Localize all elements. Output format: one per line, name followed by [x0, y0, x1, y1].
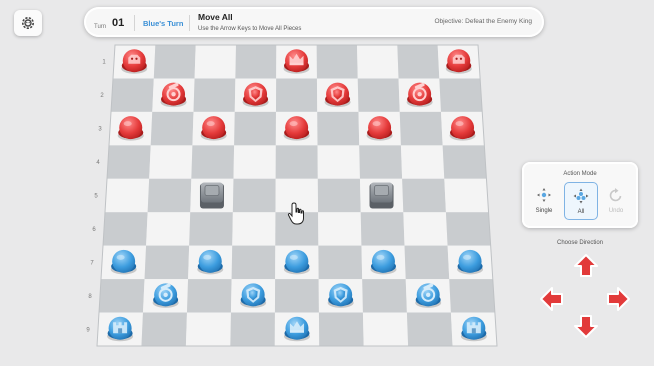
rank-label: 3: [98, 127, 102, 133]
board-square[interactable]: [275, 78, 318, 112]
board-square[interactable]: [150, 111, 194, 146]
board-square[interactable]: [357, 78, 400, 112]
board-square[interactable]: [318, 212, 362, 246]
board-square[interactable]: [230, 312, 275, 346]
board-square[interactable]: [146, 212, 191, 246]
board-square[interactable]: [359, 145, 403, 179]
board-square[interactable]: [105, 178, 150, 213]
rank-label: 4: [96, 160, 100, 166]
single-mode-label: Single: [535, 208, 553, 214]
arrow-right-icon: [607, 287, 630, 311]
board-square[interactable]: [149, 145, 193, 179]
board-square[interactable]: [153, 45, 196, 79]
board-square[interactable]: [444, 178, 489, 213]
board-square[interactable]: [107, 145, 151, 179]
board-square[interactable]: [231, 245, 276, 280]
board-square[interactable]: [111, 78, 154, 112]
board-square[interactable]: [449, 279, 495, 313]
board-square[interactable]: [194, 45, 236, 79]
arrow-down-button[interactable]: [572, 312, 600, 340]
board-square[interactable]: [360, 212, 405, 246]
board-square[interactable]: [191, 145, 235, 179]
arrow-left-icon: [540, 287, 563, 311]
board-square[interactable]: [232, 212, 276, 246]
board-square[interactable]: [189, 212, 233, 246]
rank-label: 2: [100, 93, 104, 99]
board-square[interactable]: [316, 45, 358, 79]
rank-label: 9: [86, 327, 90, 333]
board-square[interactable]: [186, 279, 232, 313]
board-square[interactable]: [235, 45, 277, 79]
undo-button[interactable]: Undo: [600, 182, 632, 218]
board-square[interactable]: [99, 279, 145, 313]
board-square[interactable]: [439, 78, 483, 112]
undo-icon: [609, 188, 622, 202]
board-square[interactable]: [406, 312, 453, 346]
rank-label: 6: [92, 227, 96, 233]
board-square[interactable]: [362, 279, 407, 313]
rank-label: 1: [102, 60, 106, 66]
board-square[interactable]: [404, 245, 450, 280]
board-square[interactable]: [147, 178, 192, 213]
arrow-up-button[interactable]: [572, 252, 600, 280]
board-square[interactable]: [233, 145, 276, 179]
board-square[interactable]: [362, 312, 409, 346]
board-square[interactable]: [317, 178, 361, 213]
arrow-up-icon: [574, 254, 598, 277]
board-square[interactable]: [185, 312, 231, 346]
board-square[interactable]: [275, 178, 319, 213]
action-mode-title: Action Mode: [563, 171, 597, 177]
undo-label: Undo: [608, 208, 624, 214]
all-mode-label: All: [577, 209, 585, 215]
board-square[interactable]: [402, 178, 446, 213]
board-square[interactable]: [397, 45, 440, 79]
board-square[interactable]: [275, 145, 318, 179]
rank-label: 7: [90, 260, 94, 266]
board-square[interactable]: [403, 212, 448, 246]
arrow-right-button[interactable]: [604, 285, 632, 313]
direction-title: Choose Direction: [556, 240, 604, 246]
rank-label: 5: [94, 194, 98, 200]
board-square[interactable]: [193, 78, 236, 112]
board-square[interactable]: [318, 312, 364, 346]
obstacle-block-piece[interactable]: [369, 182, 394, 209]
all-mode-button[interactable]: All: [564, 182, 598, 220]
board-square[interactable]: [442, 145, 487, 179]
board-square[interactable]: [399, 111, 443, 146]
action-mode-panel: Action Mode Single All Undo: [522, 162, 638, 228]
board-square[interactable]: [318, 245, 363, 280]
board-square[interactable]: [357, 45, 399, 79]
board-square[interactable]: [445, 212, 491, 246]
board-square[interactable]: [103, 212, 148, 246]
arrow-down-icon: [574, 315, 598, 338]
rank-label: 8: [88, 294, 92, 300]
board-square[interactable]: [144, 245, 190, 280]
board-square[interactable]: [317, 145, 360, 179]
board-square[interactable]: [274, 279, 319, 313]
single-mode-button[interactable]: Single: [528, 182, 560, 218]
board-square[interactable]: [400, 145, 445, 179]
board-square[interactable]: [317, 111, 360, 146]
arrow-left-button[interactable]: [538, 285, 566, 313]
all-move-icon: [573, 188, 589, 204]
board-square[interactable]: [232, 178, 276, 213]
board-square[interactable]: [141, 312, 187, 346]
single-move-icon: [537, 188, 551, 202]
obstacle-block-piece[interactable]: [199, 182, 224, 209]
board-square[interactable]: [234, 111, 276, 146]
